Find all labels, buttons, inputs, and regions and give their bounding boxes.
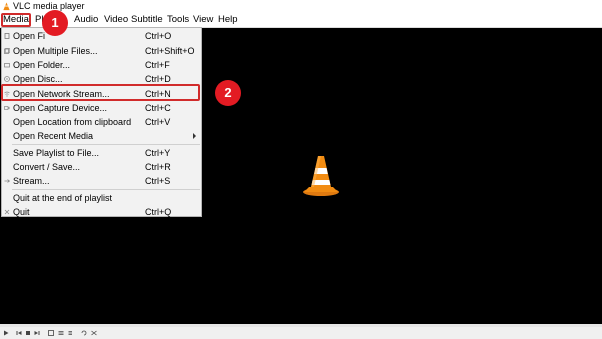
menu-item-stream[interactable]: Stream... Ctrl+S: [2, 174, 201, 188]
extended-settings-icon[interactable]: [58, 330, 64, 336]
stop-icon[interactable]: [25, 330, 31, 336]
menu-item-open-folder[interactable]: Open Folder... Ctrl+F: [2, 58, 201, 72]
media-menu-highlight-box: [1, 13, 31, 27]
step-badge-1: 1: [42, 10, 68, 36]
menu-item-convert-save[interactable]: Convert / Save... Ctrl+R: [2, 160, 201, 174]
fullscreen-icon[interactable]: [48, 330, 54, 336]
menu-video[interactable]: Video: [104, 13, 128, 27]
vlc-cone-logo-icon: [303, 156, 339, 196]
menu-view[interactable]: View: [193, 13, 213, 27]
menu-item-open-location-clipboard[interactable]: Open Location from clipboard Ctrl+V: [2, 115, 201, 129]
menu-item-quit[interactable]: Quit Ctrl+Q: [2, 205, 201, 219]
next-icon[interactable]: [34, 330, 40, 336]
menu-item-open-recent-media[interactable]: Open Recent Media: [2, 129, 201, 143]
previous-icon[interactable]: [16, 330, 22, 336]
menu-audio[interactable]: Audio: [74, 13, 98, 27]
network-stream-highlight-box: [1, 84, 200, 101]
stream-icon: [4, 179, 10, 183]
shuffle-icon[interactable]: [91, 330, 97, 336]
menu-help[interactable]: Help: [218, 13, 238, 27]
menu-separator: [12, 144, 200, 145]
vlc-cone-icon: [3, 2, 10, 11]
menu-item-open-file[interactable]: Open Fi Ctrl+O: [2, 29, 201, 43]
menu-item-open-multiple-files[interactable]: Open Multiple Files... Ctrl+Shift+O: [2, 44, 201, 58]
play-icon[interactable]: [3, 330, 9, 336]
loop-icon[interactable]: [81, 330, 87, 336]
menu-item-save-playlist[interactable]: Save Playlist to File... Ctrl+Y: [2, 146, 201, 160]
menu-separator: [12, 189, 200, 190]
menu-bar: Media Pl Audio Video Subtitle Tools View…: [0, 13, 602, 28]
playlist-icon[interactable]: [68, 330, 74, 336]
submenu-arrow-icon: [193, 133, 196, 139]
media-dropdown-menu: Open Fi Ctrl+O Open Multiple Files... Ct…: [1, 27, 202, 217]
menu-subtitle[interactable]: Subtitle: [131, 13, 163, 27]
files-icon: [4, 48, 10, 54]
disc-icon: [4, 76, 10, 82]
folder-icon: [4, 63, 10, 68]
menu-item-quit-end-playlist[interactable]: Quit at the end of playlist: [2, 191, 201, 205]
menu-item-open-capture-device[interactable]: Open Capture Device... Ctrl+C: [2, 101, 201, 115]
menu-tools[interactable]: Tools: [167, 13, 189, 27]
title-bar: VLC media player: [0, 0, 602, 13]
control-bar: [0, 327, 602, 339]
quit-icon: [4, 209, 10, 215]
file-icon: [4, 33, 10, 39]
capture-device-icon: [4, 106, 10, 110]
step-badge-2: 2: [215, 80, 241, 106]
